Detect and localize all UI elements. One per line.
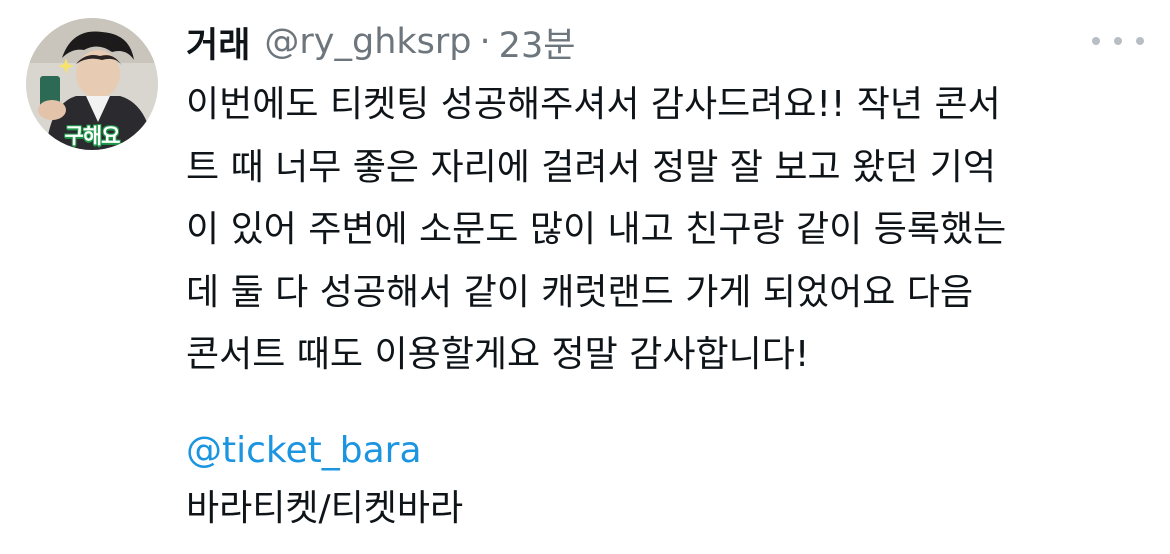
signature-text: 바라티켓/티켓바라 bbox=[186, 488, 464, 529]
more-horizontal-icon bbox=[1136, 37, 1144, 45]
tweet-text-line: 이 있어 주변에 소문도 많이 내고 친구랑 같이 등록했는 bbox=[186, 209, 1007, 250]
user-handle[interactable]: @ry_ghksrp bbox=[264, 22, 471, 62]
mention-link[interactable]: @ticket_bara bbox=[186, 420, 422, 482]
tweet-text: 이번에도 티켓팅 성공해주셔서 감사드려요!! 작년 콘서 트 때 너무 좋은 … bbox=[186, 74, 1158, 387]
tweet-text-line: 콘서트 때도 이용할게요 정말 감사합니다! bbox=[186, 334, 810, 375]
separator-dot: · bbox=[479, 22, 491, 62]
display-name[interactable]: 거래 bbox=[186, 17, 250, 68]
more-options-button[interactable] bbox=[1092, 28, 1144, 54]
tweet-text-line: 데 둘 다 성공해서 같이 캐럿랜드 가게 되었어요 다음 bbox=[186, 271, 974, 313]
tweet-text-line: 이번에도 티켓팅 성공해주셔서 감사드려요!! 작년 콘서 bbox=[186, 84, 1001, 125]
tweet-header: 거래 @ry_ghksrp · 23분 bbox=[186, 16, 575, 68]
tweet-text-line: 트 때 너무 좋은 자리에 걸려서 정말 잘 보고 왔던 기억 bbox=[186, 146, 996, 188]
tweet: 구해요 거래 @ry_ghksrp · 23분 이번에도 티켓팅 성공해주셔서 … bbox=[0, 0, 1170, 554]
avatar[interactable]: 구해요 bbox=[26, 18, 158, 150]
more-horizontal-icon bbox=[1114, 37, 1122, 45]
more-horizontal-icon bbox=[1092, 37, 1100, 45]
avatar-caption: 구해요 bbox=[64, 124, 121, 148]
timestamp[interactable]: 23분 bbox=[499, 17, 576, 68]
